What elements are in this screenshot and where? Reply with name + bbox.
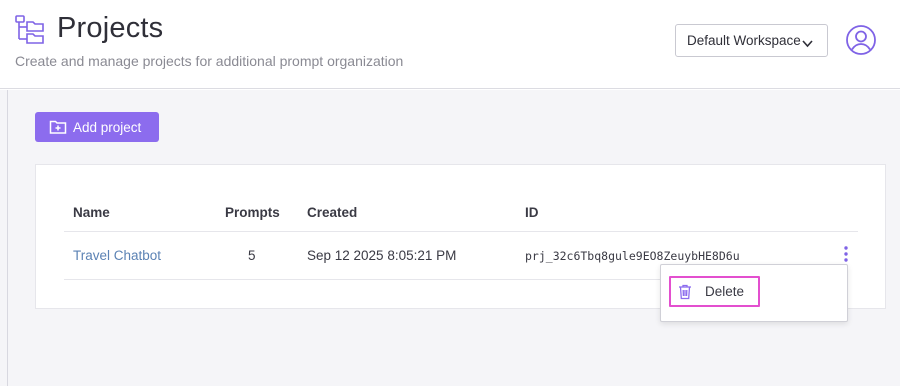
page-title: Projects: [57, 12, 164, 44]
delete-label: Delete: [705, 284, 745, 299]
title-row: Projects: [14, 12, 163, 45]
workspace-select-value: Default Workspace: [687, 33, 801, 48]
column-header-prompts: Prompts: [225, 205, 280, 220]
column-header-created: Created: [307, 205, 358, 220]
row-divider: [64, 279, 660, 280]
add-project-label: Add project: [73, 119, 142, 135]
page-header: Projects Create and manage projects for …: [0, 0, 900, 89]
project-created-date: Sep 12 2025 8:05:21 PM: [307, 248, 457, 263]
chevron-down-icon: [802, 36, 813, 48]
header-divider: [64, 231, 858, 232]
left-divider: [7, 90, 8, 386]
delete-menu-item[interactable]: Delete: [669, 276, 760, 307]
add-project-button[interactable]: Add project: [35, 112, 159, 142]
column-header-id: ID: [525, 205, 539, 220]
folder-plus-icon: [49, 119, 67, 135]
project-name-link[interactable]: Travel Chatbot: [73, 248, 161, 263]
column-header-name: Name: [73, 205, 110, 220]
trash-icon: [678, 284, 692, 300]
project-id: prj_32c6Tbq8gule9EO8ZeuybHE8D6u: [525, 249, 740, 263]
user-circle-icon[interactable]: [845, 24, 877, 56]
folder-tree-icon: [14, 13, 46, 45]
project-prompts-count: 5: [248, 248, 256, 263]
workspace-select[interactable]: Default Workspace: [675, 24, 828, 57]
kebab-menu-icon: [844, 246, 848, 262]
page-subtitle: Create and manage projects for additiona…: [15, 53, 404, 69]
row-actions-menu-button[interactable]: [838, 244, 854, 264]
